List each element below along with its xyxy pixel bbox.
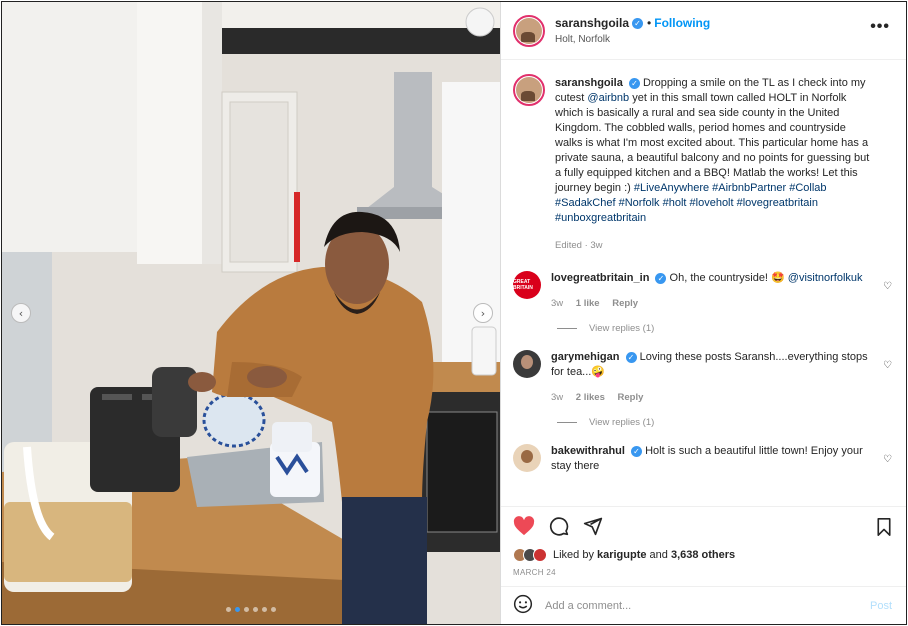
comment-mention[interactable]: @visitnorfolkuk [788,272,863,284]
chevron-left-icon: ‹ [18,306,24,320]
bookmark-icon[interactable] [876,518,892,539]
post-date: MARCH 24 [513,568,556,577]
carousel-dot [244,607,249,612]
verified-badge-icon: ✓ [632,17,644,29]
add-comment-bar: Add a comment... Post [501,586,906,624]
caption-text-rest: yet in this small town called HOLT in No… [555,92,870,194]
like-heart-icon[interactable] [513,515,535,536]
carousel-dot [262,607,267,612]
verified-badge-icon: ✓ [631,446,643,457]
view-replies-button[interactable]: View replies (1) [557,417,894,428]
carousel-dot [253,607,258,612]
comment-icon[interactable] [549,516,569,536]
comment-like-heart-icon[interactable]: ♡ [883,281,892,292]
avatar[interactable] [513,74,545,106]
verified-badge-icon: ✓ [628,78,640,89]
carousel-indicator [226,607,276,612]
comments-section: saranshgoila ✓ Dropping a smile on the T… [501,60,906,506]
location-link[interactable]: Holt, Norfolk [555,34,710,45]
more-options-icon[interactable]: ••• [870,19,890,35]
edited-label: Edited · 3w [555,240,603,251]
kitchen-scene-image [2,2,500,624]
caption: saranshgoila ✓ Dropping a smile on the T… [513,74,894,253]
reply-button[interactable]: Reply [612,298,638,309]
comment-username[interactable]: bakewithrahul [551,445,625,457]
post-comment-button[interactable]: Post [870,600,892,612]
comment-username[interactable]: lovegreatbritain_in [551,272,649,284]
view-replies-button[interactable]: View replies (1) [557,323,894,334]
chevron-right-icon: › [480,306,486,320]
avatar[interactable] [513,14,545,47]
share-icon[interactable] [583,516,603,536]
liker-username[interactable]: karigupte [597,549,647,561]
carousel-next-button[interactable]: › [473,303,493,323]
caption-username[interactable]: saranshgoila [555,77,623,89]
following-button[interactable]: Following [654,16,710,30]
verified-badge-icon: ✓ [625,352,637,363]
carousel-dot [271,607,276,612]
comment-like-heart-icon[interactable]: ♡ [883,360,892,371]
comment-age: 3w [551,298,564,309]
comment-text: Oh, the countryside! 🤩 [669,272,788,284]
verified-badge-icon: ✓ [655,273,667,284]
list-item: GREAT BRITAIN lovegreatbritain_in ✓ Oh, … [513,271,894,311]
post-actions [501,506,906,544]
comment-likes[interactable]: 2 likes [576,392,605,403]
carousel-dot [235,607,240,612]
carousel-prev-button[interactable]: ‹ [11,303,31,323]
post-modal: ‹ › saranshgoila ✓ • Following Holt, Nor… [1,1,907,625]
likes-and: and [646,549,671,561]
post-header: saranshgoila ✓ • Following Holt, Norfolk… [501,2,906,60]
caption-mention[interactable]: @airbnb [587,92,629,104]
carousel-dot [226,607,231,612]
separator-dot: • [647,16,652,30]
post-photo[interactable]: ‹ › [2,2,500,624]
comment-like-heart-icon[interactable]: ♡ [883,454,892,465]
list-item: bakewithrahul ✓ Holt is such a beautiful… [513,444,894,474]
avatar[interactable] [513,350,541,378]
avatar[interactable]: GREAT BRITAIN [513,271,541,299]
liker-avatars [513,548,547,562]
likes-summary: Liked by karigupte and 3,638 others [501,544,906,566]
comment-username[interactable]: garymehigan [551,351,619,363]
post-sidebar: saranshgoila ✓ • Following Holt, Norfolk… [500,2,906,624]
likes-others-link[interactable]: 3,638 others [671,549,735,561]
comment-likes[interactable]: 1 like [576,298,600,309]
emoji-icon[interactable] [513,594,533,617]
avatar[interactable] [513,444,541,472]
comment-input[interactable]: Add a comment... [545,600,631,612]
list-item: garymehigan ✓ Loving these posts Saransh… [513,350,894,405]
reply-button[interactable]: Reply [618,392,644,403]
author-username[interactable]: saranshgoila [555,16,629,30]
comment-age: 3w [551,392,564,403]
likes-prefix: Liked by [553,549,594,561]
